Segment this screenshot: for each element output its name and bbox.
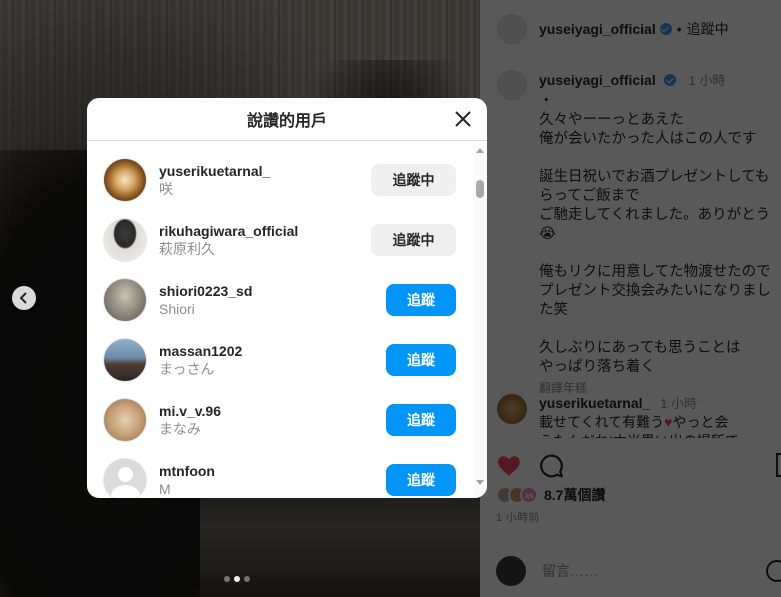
close-button[interactable] bbox=[453, 109, 473, 129]
comment-input[interactable]: 留言…… bbox=[542, 561, 598, 581]
liker-fullname: まっさん bbox=[159, 361, 215, 377]
post-actions: as 8.7萬個讚 1 小時前 留言…… bbox=[480, 438, 781, 597]
coffee-art-avatar[interactable] bbox=[103, 158, 147, 202]
comment-text: 載せてくれて有難う bbox=[539, 414, 665, 430]
scroll-up-arrow-icon[interactable] bbox=[476, 148, 484, 153]
default-avatar[interactable] bbox=[103, 458, 147, 498]
verified-badge-icon bbox=[664, 74, 677, 86]
following-button[interactable]: 追蹤中 bbox=[371, 224, 456, 256]
carousel-dot-active bbox=[234, 576, 240, 582]
outdoor-avatar[interactable] bbox=[103, 338, 147, 382]
likers-list[interactable]: yuserikuetarnal_ 咲 追蹤中 rikuhagiwara_offi… bbox=[87, 142, 473, 498]
likes-count[interactable]: 8.7萬個讚 bbox=[544, 485, 605, 505]
list-scrollbar[interactable] bbox=[473, 142, 487, 498]
liker-row: mtnfoon M 追蹤 bbox=[87, 450, 473, 498]
commenter-username[interactable]: yuserikuetarnal_ bbox=[539, 395, 650, 411]
liker-username[interactable]: mi.v_v.96 bbox=[159, 402, 359, 420]
author-avatar[interactable] bbox=[497, 13, 527, 44]
caption-text: ・ 久々やーーっとあえた 俺が会いたかった人はこの人です 誕生日祝いでお酒プレゼ… bbox=[539, 93, 771, 375]
current-user-avatar bbox=[496, 556, 526, 586]
close-icon bbox=[455, 111, 471, 127]
liker-fullname: 萩原利久 bbox=[159, 241, 215, 257]
liker-avatar: as bbox=[520, 486, 538, 504]
liker-row: massan1202 まっさん 追蹤 bbox=[87, 330, 473, 390]
comment-icon[interactable] bbox=[538, 453, 564, 479]
heart-icon[interactable] bbox=[496, 453, 522, 479]
comment-composer: 留言…… bbox=[480, 542, 781, 597]
carousel-dot bbox=[224, 576, 230, 582]
commenter-avatar[interactable] bbox=[497, 394, 527, 424]
liker-username[interactable]: shiori0223_sd bbox=[159, 282, 359, 300]
liker-row: rikuhagiwara_official 萩原利久 追蹤中 bbox=[87, 210, 473, 270]
post-timestamp: 1 小時前 bbox=[496, 512, 540, 524]
caption-time: 1 小時 bbox=[688, 73, 726, 88]
liker-fullname: Shiori bbox=[159, 301, 195, 317]
comment-text-cont: やっと会 bbox=[672, 414, 729, 430]
liker-row: yuserikuetarnal_ 咲 追蹤中 bbox=[87, 150, 473, 210]
caption-author-username[interactable]: yuseiyagi_official bbox=[539, 72, 656, 88]
comment-time: 1 小時 bbox=[660, 396, 698, 411]
caption-author-avatar[interactable] bbox=[497, 70, 527, 100]
liker-row: shiori0223_sd Shiori 追蹤 bbox=[87, 270, 473, 330]
previous-photo-button[interactable] bbox=[12, 286, 36, 310]
liker-fullname: 咲 bbox=[159, 181, 173, 197]
liker-fullname: まなみ bbox=[159, 421, 201, 437]
liker-username[interactable]: mtnfoon bbox=[159, 462, 359, 480]
liker-fullname: M bbox=[159, 481, 171, 497]
modal-title: 說讚的用戶 bbox=[246, 113, 327, 130]
liker-username[interactable]: yuserikuetarnal_ bbox=[159, 162, 359, 180]
follow-button[interactable]: 追蹤 bbox=[386, 464, 456, 496]
verified-badge-icon bbox=[659, 22, 672, 35]
carousel-dot bbox=[244, 576, 250, 582]
follow-button[interactable]: 追蹤 bbox=[386, 284, 456, 316]
separator-dot: • bbox=[676, 20, 682, 37]
likes-summary[interactable]: as 8.7萬個讚 bbox=[496, 485, 605, 505]
post-caption: yuseiyagi_official 1 小時 ・ 久々やーーっとあえた 俺が会… bbox=[497, 70, 781, 396]
follow-button[interactable]: 追蹤 bbox=[386, 404, 456, 436]
follow-button[interactable]: 追蹤 bbox=[386, 344, 456, 376]
emoji-icon[interactable] bbox=[766, 560, 781, 582]
modal-header: 說讚的用戶 bbox=[87, 98, 487, 141]
scroll-down-arrow-icon[interactable] bbox=[476, 480, 484, 485]
bookmark-icon[interactable] bbox=[776, 453, 781, 477]
post-header: yuseiyagi_official • 追蹤中 bbox=[480, 0, 781, 58]
following-status-button[interactable]: 追蹤中 bbox=[687, 19, 729, 39]
liker-username[interactable]: massan1202 bbox=[159, 342, 359, 360]
liker-username[interactable]: rikuhagiwara_official bbox=[159, 222, 359, 240]
chevron-left-icon bbox=[19, 292, 27, 304]
carousel-dots bbox=[224, 576, 250, 582]
scroll-thumb[interactable] bbox=[476, 180, 484, 198]
author-username[interactable]: yuseiyagi_official bbox=[539, 21, 656, 37]
post-details-panel: yuseiyagi_official • 追蹤中 yuseiyagi_offic… bbox=[480, 0, 781, 597]
portrait-avatar[interactable] bbox=[103, 278, 147, 322]
liker-row: mi.v_v.96 まなみ 追蹤 bbox=[87, 390, 473, 450]
following-button[interactable]: 追蹤中 bbox=[371, 164, 456, 196]
likes-modal: 說讚的用戶 yuserikuetarnal_ 咲 追蹤中 rikuhagiwar… bbox=[87, 98, 487, 498]
pet-avatar[interactable] bbox=[103, 398, 147, 442]
portrait-avatar[interactable] bbox=[103, 218, 147, 262]
